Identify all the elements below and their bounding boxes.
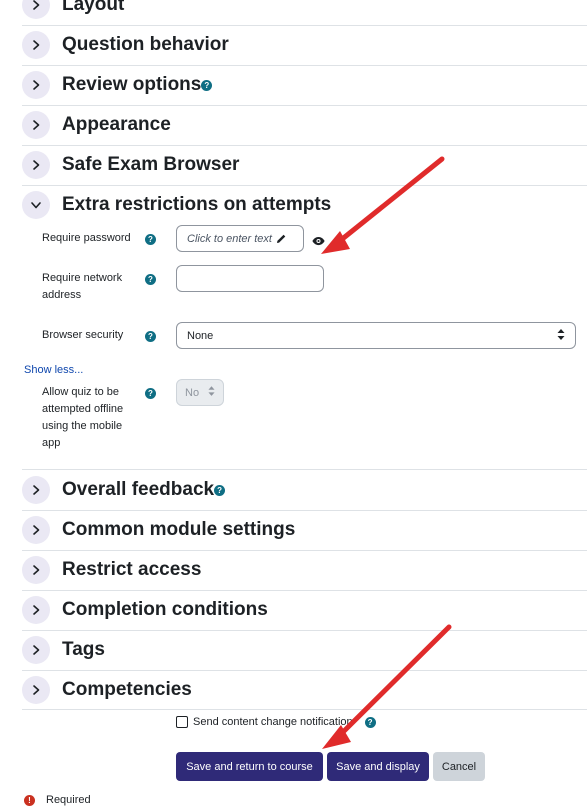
- browser-security-select[interactable]: None: [176, 322, 576, 349]
- offline-value: No: [185, 386, 200, 399]
- require-password-label: Require password: [42, 232, 131, 244]
- offline-label-line4: app: [42, 437, 61, 449]
- section-divider: [22, 185, 587, 186]
- show-less-link[interactable]: Show less...: [24, 364, 83, 376]
- chevron-right-icon[interactable]: [22, 31, 50, 59]
- section-review-options[interactable]: Review options?: [22, 65, 587, 105]
- section-safe-exam-browser[interactable]: Safe Exam Browser: [22, 145, 587, 185]
- select-arrows-icon: [557, 328, 565, 343]
- required-icon: !: [24, 794, 35, 806]
- help-icon[interactable]: ?: [145, 331, 156, 342]
- browser-security-value: None: [187, 329, 214, 342]
- section-title[interactable]: Completion conditions: [62, 599, 268, 621]
- section-appearance[interactable]: Appearance: [22, 105, 587, 145]
- chevron-right-icon[interactable]: [22, 596, 50, 624]
- chevron-right-icon[interactable]: [22, 556, 50, 584]
- cancel-button[interactable]: Cancel: [433, 752, 485, 781]
- chevron-down-icon[interactable]: [22, 191, 50, 219]
- section-divider: [22, 590, 587, 591]
- section-completion-conditions[interactable]: Completion conditions: [22, 590, 587, 630]
- section-title[interactable]: Review options: [62, 74, 201, 96]
- browser-security-label: Browser security: [42, 329, 124, 341]
- section-overall-feedback[interactable]: Overall feedback?: [22, 470, 587, 510]
- network-label-line1: Require network: [42, 272, 123, 284]
- notify-label: Send content change notification: [193, 716, 353, 728]
- section-title[interactable]: Tags: [62, 639, 105, 661]
- required-legend: ! Required: [24, 794, 91, 806]
- section-divider: [22, 65, 587, 66]
- section-divider: [22, 709, 587, 710]
- chevron-right-icon[interactable]: [22, 111, 50, 139]
- offline-label-line1: Allow quiz to be: [42, 386, 120, 398]
- help-icon[interactable]: ?: [214, 484, 226, 496]
- section-title[interactable]: Safe Exam Browser: [62, 154, 239, 176]
- chevron-right-icon[interactable]: [22, 516, 50, 544]
- section-title[interactable]: Competencies: [62, 679, 192, 701]
- notify-row: Send content change notification ?: [176, 716, 376, 728]
- section-title[interactable]: Overall feedback: [62, 479, 214, 501]
- offline-label-line2: attempted offline: [42, 403, 124, 415]
- password-placeholder: Click to enter text: [187, 232, 272, 245]
- help-icon[interactable]: ?: [364, 716, 376, 728]
- offline-select: No: [176, 379, 224, 406]
- pencil-icon[interactable]: [276, 233, 287, 244]
- section-restrict-access[interactable]: Restrict access: [22, 550, 587, 590]
- section-title[interactable]: Restrict access: [62, 559, 201, 581]
- select-arrows-icon: [208, 386, 215, 399]
- help-icon[interactable]: ?: [145, 388, 156, 399]
- section-title[interactable]: Appearance: [62, 114, 171, 136]
- section-title[interactable]: Layout: [62, 0, 124, 16]
- chevron-right-icon[interactable]: [22, 151, 50, 179]
- section-extra-restrictions-on-attempts[interactable]: Extra restrictions on attempts: [22, 185, 587, 225]
- required-label: Required: [46, 794, 91, 806]
- password-field[interactable]: Click to enter text: [176, 225, 304, 252]
- reveal-eye-icon[interactable]: [312, 233, 325, 251]
- section-tags[interactable]: Tags: [22, 630, 587, 670]
- chevron-right-icon[interactable]: [22, 0, 50, 19]
- chevron-right-icon[interactable]: [22, 71, 50, 99]
- network-address-input[interactable]: [176, 265, 324, 292]
- section-title[interactable]: Common module settings: [62, 519, 295, 541]
- section-competencies[interactable]: Competencies: [22, 670, 587, 710]
- offline-label-line3: using the mobile: [42, 420, 123, 432]
- section-divider: [22, 469, 587, 470]
- save-return-button[interactable]: Save and return to course: [176, 752, 323, 781]
- chevron-right-icon[interactable]: [22, 676, 50, 704]
- network-label-line2: address: [42, 289, 82, 301]
- save-display-button[interactable]: Save and display: [327, 752, 429, 781]
- section-layout[interactable]: Layout: [22, 0, 587, 25]
- section-title[interactable]: Question behavior: [62, 34, 229, 56]
- section-divider: [22, 25, 587, 26]
- chevron-right-icon[interactable]: [22, 636, 50, 664]
- help-icon[interactable]: ?: [145, 234, 156, 245]
- section-divider: [22, 510, 587, 511]
- notify-checkbox[interactable]: [176, 716, 188, 728]
- help-icon[interactable]: ?: [145, 274, 156, 285]
- section-common-module-settings[interactable]: Common module settings: [22, 510, 587, 550]
- section-divider: [22, 105, 587, 106]
- help-icon[interactable]: ?: [201, 79, 213, 91]
- section-divider: [22, 670, 587, 671]
- section-question-behavior[interactable]: Question behavior: [22, 25, 587, 65]
- section-divider: [22, 550, 587, 551]
- chevron-right-icon[interactable]: [22, 476, 50, 504]
- section-divider: [22, 630, 587, 631]
- section-title[interactable]: Extra restrictions on attempts: [62, 194, 331, 216]
- section-divider: [22, 145, 587, 146]
